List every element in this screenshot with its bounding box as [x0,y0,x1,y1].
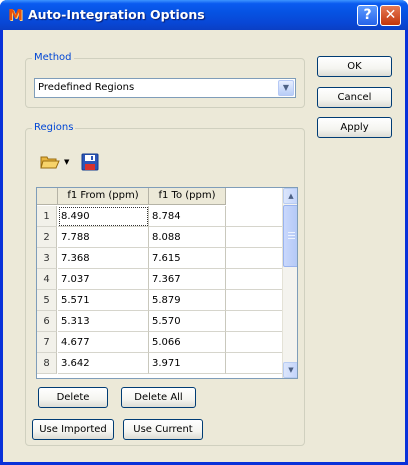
cell-empty [226,269,282,290]
apply-button[interactable]: Apply [317,117,392,138]
thumb-grip [288,232,295,233]
row-header[interactable]: 2 [37,227,57,248]
row-header[interactable]: 7 [37,332,57,353]
cell-empty [226,332,282,353]
scroll-down-arrow-icon[interactable]: ▼ [283,362,297,378]
method-group: Method Predefined Regions ▼ [25,52,305,108]
table-corner [37,188,58,205]
cell-from[interactable]: 7.368 [58,248,149,269]
app-logo-icon: M [8,6,23,24]
row-header[interactable]: 5 [37,290,57,311]
cell-empty [226,311,282,332]
cell-from[interactable]: 8.490 [58,206,149,227]
use-current-button[interactable]: Use Current [123,419,203,440]
cell-from[interactable]: 7.788 [58,227,149,248]
cell-from[interactable]: 3.642 [58,353,149,374]
folder-open-icon[interactable] [40,154,60,170]
regions-group: Regions ▼ f1 From (ppm) f1 To (ppm) 1 8.4… [25,122,305,446]
close-button[interactable]: ✕ [380,5,401,26]
method-select[interactable]: Predefined Regions ▼ [34,78,296,98]
ok-button[interactable]: OK [317,56,392,77]
regions-table[interactable]: f1 From (ppm) f1 To (ppm) 1 8.490 8.784 2 7.… [36,187,298,379]
scroll-up-arrow-icon[interactable]: ▲ [283,188,297,204]
use-imported-button[interactable]: Use Imported [32,419,114,440]
cell-to[interactable]: 7.367 [149,269,226,290]
cell-from[interactable]: 5.571 [58,290,149,311]
cell-empty [226,248,282,269]
cell-to[interactable]: 8.088 [149,227,226,248]
cell-from[interactable]: 5.313 [58,311,149,332]
cell-to[interactable]: 5.066 [149,332,226,353]
row-header[interactable]: 6 [37,311,57,332]
dropdown-arrow-icon[interactable]: ▼ [64,159,71,166]
method-selected-value: Predefined Regions [38,82,135,93]
auto-integration-dialog: M Auto-Integration Options ? ✕ Method Pr… [0,0,408,465]
cell-empty [226,227,282,248]
cell-from[interactable]: 4.677 [58,332,149,353]
cell-empty [226,206,282,227]
cell-to[interactable]: 7.615 [149,248,226,269]
delete-button[interactable]: Delete [38,387,108,408]
column-header-from[interactable]: f1 From (ppm) [58,188,149,205]
regions-legend: Regions [32,122,76,134]
row-header[interactable]: 4 [37,269,57,290]
window-title: Auto-Integration Options [28,7,205,22]
row-header[interactable]: 3 [37,248,57,269]
cell-to[interactable]: 5.879 [149,290,226,311]
thumb-grip [288,235,295,236]
help-button[interactable]: ? [357,5,378,26]
row-header[interactable]: 1 [37,206,57,227]
cell-to[interactable]: 8.784 [149,206,226,227]
floppy-save-icon[interactable] [81,153,99,171]
row-header[interactable]: 8 [37,353,57,374]
delete-all-button[interactable]: Delete All [121,387,196,408]
title-bar[interactable]: M Auto-Integration Options ? ✕ [0,0,408,30]
chevron-down-icon[interactable]: ▼ [278,80,294,96]
cell-empty [226,353,282,374]
cell-from[interactable]: 7.037 [58,269,149,290]
vertical-scrollbar[interactable]: ▲ ▼ [282,188,297,378]
column-header-to[interactable]: f1 To (ppm) [149,188,226,205]
method-legend: Method [32,52,74,64]
scrollbar-thumb[interactable] [283,205,297,267]
cancel-button[interactable]: Cancel [317,87,392,108]
cell-empty [226,290,282,311]
cell-to[interactable]: 5.570 [149,311,226,332]
thumb-grip [288,238,295,239]
cell-to[interactable]: 3.971 [149,353,226,374]
